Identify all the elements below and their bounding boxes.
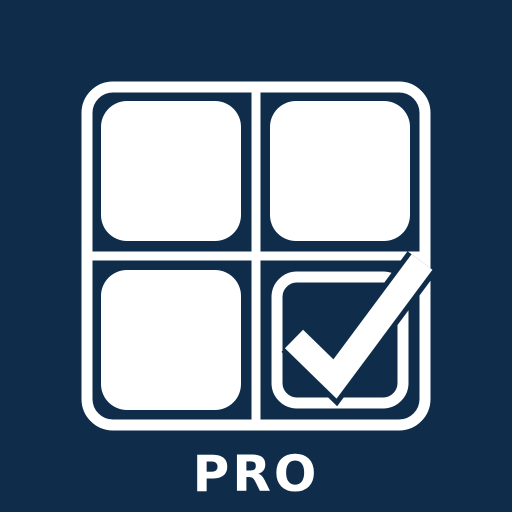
pro-label: PRO — [192, 445, 320, 503]
grid-cell-bottom-left — [101, 270, 241, 410]
grid-cell-top-left — [101, 101, 241, 241]
grid-cell-top-right — [270, 101, 410, 241]
app-icon: PRO — [0, 0, 512, 512]
grid-checklist-icon — [81, 81, 437, 431]
